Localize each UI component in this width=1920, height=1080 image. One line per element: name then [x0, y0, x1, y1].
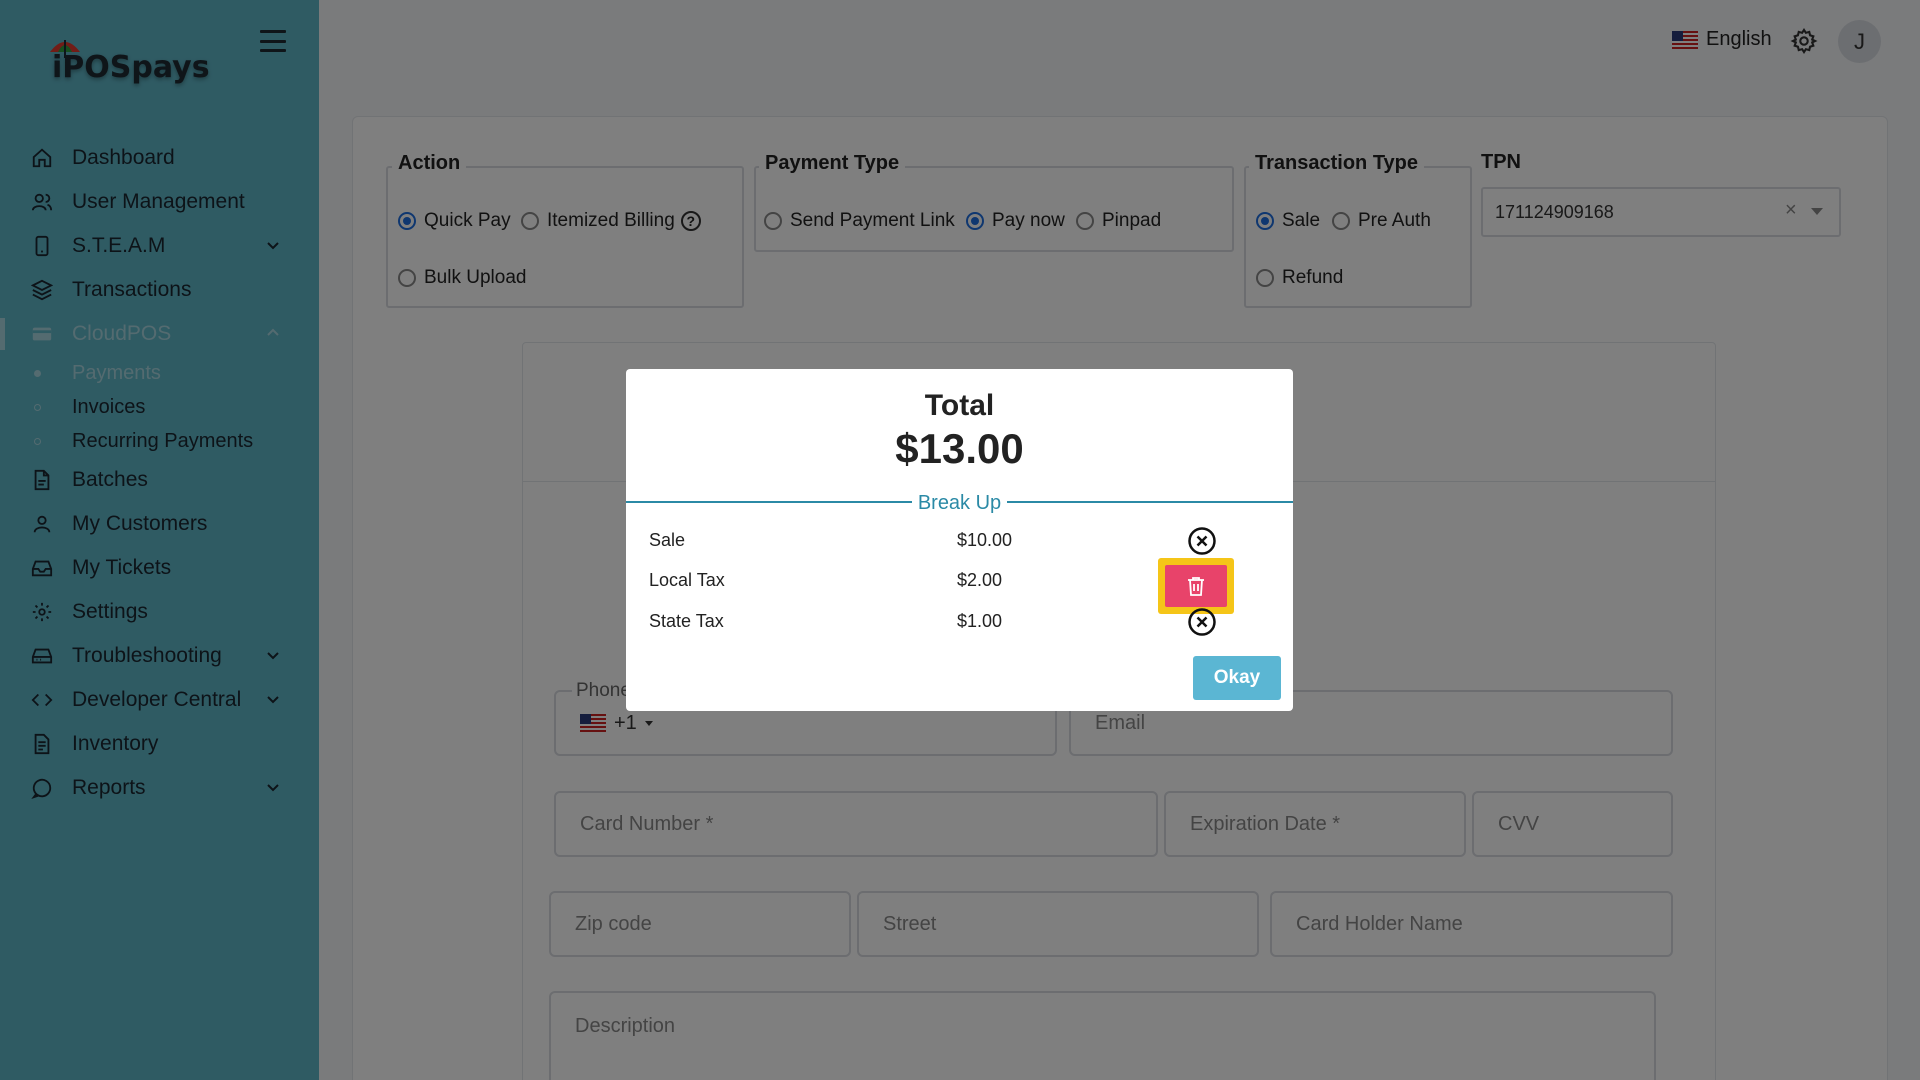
delete-button-face — [1165, 565, 1227, 607]
total-label: Total — [924, 389, 995, 422]
breakup-item-name: Local Tax — [649, 570, 725, 590]
breakup-row-state-tax: State Tax $1.00 — [626, 607, 1293, 637]
breakup-row-local-tax: Local Tax $2.00 — [626, 558, 1293, 614]
trash-icon — [1188, 577, 1204, 596]
okay-button[interactable]: Okay — [1193, 656, 1281, 700]
remove-circle-x-icon[interactable] — [1187, 607, 1217, 637]
breakup-item-amount: $1.00 — [957, 611, 1003, 631]
breakup-heading: Break Up — [626, 492, 1293, 515]
breakup-item-amount: $2.00 — [957, 570, 1003, 590]
remove-circle-x-icon[interactable] — [1187, 526, 1217, 556]
breakup-item-amount: $10.00 — [957, 530, 1013, 550]
delete-button[interactable] — [1158, 558, 1234, 614]
breakup-item-name: Sale — [649, 530, 686, 550]
breakup-item-name: State Tax — [649, 611, 724, 631]
breakup-label: Break Up — [911, 492, 1008, 514]
breakup-row-sale: Sale $10.00 — [626, 526, 1293, 556]
total-amount: $13.00 — [895, 425, 1024, 472]
total-breakup-modal: Total $13.00 Break Up Sale $10.00 Local … — [626, 369, 1293, 711]
